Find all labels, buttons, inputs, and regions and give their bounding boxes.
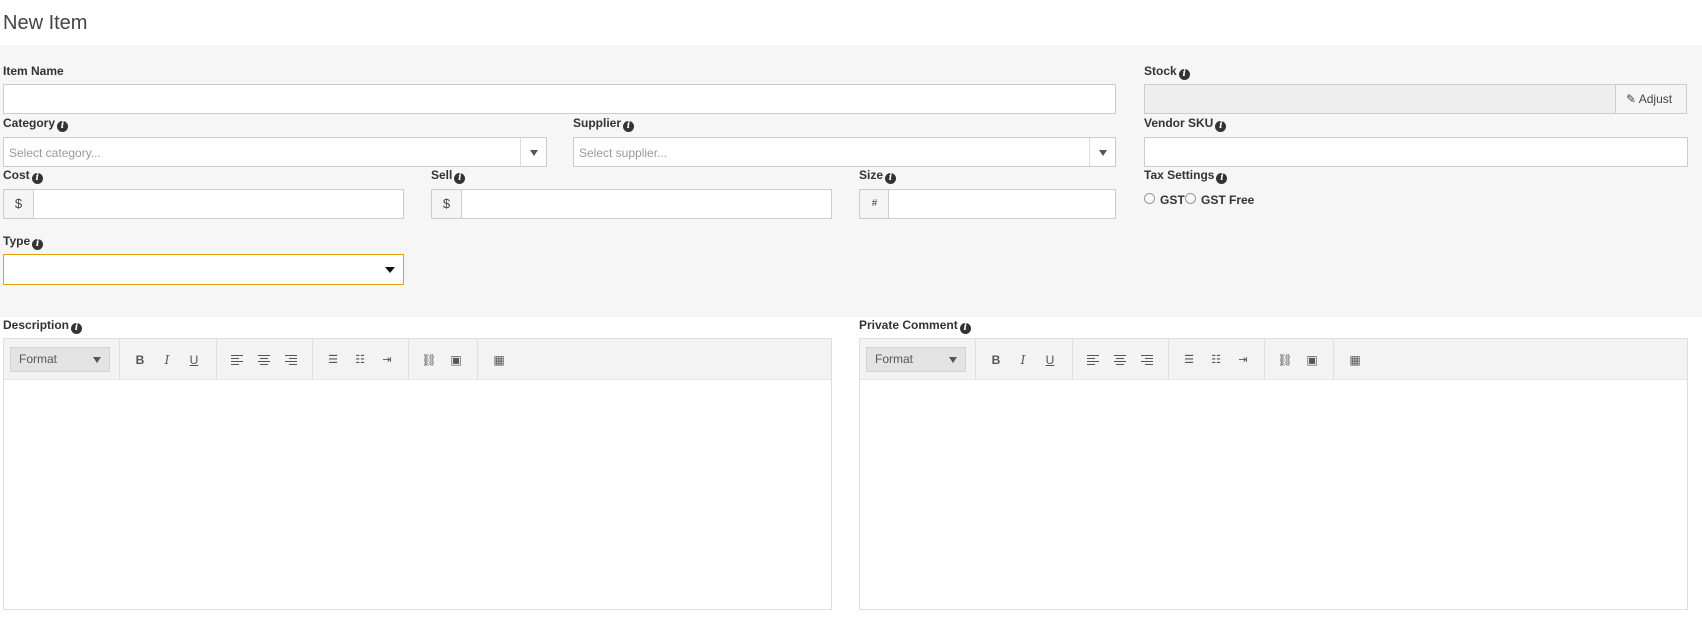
toolbar-divider xyxy=(477,339,478,380)
size-input[interactable] xyxy=(888,189,1116,219)
info-icon[interactable]: i xyxy=(959,323,971,334)
description-editor: Format B I U ☰ ☷ ⇥ ⛓ ▣ ▦ xyxy=(3,338,832,610)
stock-label: Stock i xyxy=(1144,64,1190,80)
category-placeholder: Select category... xyxy=(9,146,101,160)
gst-free-radio-label[interactable]: GST Free xyxy=(1201,193,1254,207)
item-name-input[interactable] xyxy=(3,84,1116,114)
cost-label: Cost i xyxy=(3,168,43,184)
size-hash-addon: # xyxy=(859,189,890,219)
format-dropdown[interactable]: Format xyxy=(10,347,110,372)
info-icon[interactable]: i xyxy=(885,173,897,184)
sell-currency-addon: $ xyxy=(431,189,462,219)
info-icon[interactable]: i xyxy=(71,323,83,334)
toolbar-divider xyxy=(975,339,976,380)
description-content-area[interactable] xyxy=(4,380,831,609)
adjust-stock-button[interactable]: ✎ Adjust xyxy=(1615,84,1687,114)
info-icon[interactable]: i xyxy=(1216,173,1228,184)
toolbar-divider xyxy=(119,339,120,380)
page-title: New Item xyxy=(3,12,88,34)
info-icon[interactable]: i xyxy=(57,121,69,132)
italic-icon[interactable]: I xyxy=(158,351,176,369)
chevron-down-icon[interactable] xyxy=(520,138,546,166)
toolbar-divider xyxy=(216,339,217,380)
link-icon[interactable]: ⛓ xyxy=(420,351,438,369)
underline-icon[interactable]: U xyxy=(185,351,203,369)
align-left-icon[interactable] xyxy=(1084,351,1102,369)
supplier-select[interactable]: Select supplier... xyxy=(573,137,1116,167)
numbered-list-icon[interactable]: ☷ xyxy=(1207,351,1225,369)
table-icon[interactable]: ▦ xyxy=(490,351,508,369)
image-icon[interactable]: ▣ xyxy=(1303,351,1321,369)
toolbar-divider xyxy=(1168,339,1169,380)
align-center-icon[interactable] xyxy=(255,351,273,369)
italic-icon[interactable]: I xyxy=(1014,351,1032,369)
toolbar-divider xyxy=(1264,339,1265,380)
private-comment-label: Private Comment i xyxy=(859,318,971,334)
bold-icon[interactable]: B xyxy=(131,351,149,369)
toolbar-divider xyxy=(312,339,313,380)
align-left-icon[interactable] xyxy=(228,351,246,369)
info-icon[interactable]: i xyxy=(623,121,635,132)
size-label: Size i xyxy=(859,168,897,184)
align-right-icon[interactable] xyxy=(1138,351,1156,369)
category-select[interactable]: Select category... xyxy=(3,137,547,167)
category-label: Category i xyxy=(3,116,69,132)
gst-radio-label[interactable]: GST xyxy=(1160,193,1185,207)
vendor-sku-input[interactable] xyxy=(1144,137,1688,167)
align-right-icon[interactable] xyxy=(282,351,300,369)
bullet-list-icon[interactable]: ☰ xyxy=(324,351,342,369)
format-dropdown[interactable]: Format xyxy=(866,347,966,372)
sell-input[interactable] xyxy=(461,189,832,219)
cost-input[interactable] xyxy=(33,189,404,219)
description-toolbar: Format B I U ☰ ☷ ⇥ ⛓ ▣ ▦ xyxy=(4,339,831,380)
indent-icon[interactable]: ⇥ xyxy=(1234,351,1252,369)
type-select[interactable] xyxy=(3,254,404,285)
bold-icon[interactable]: B xyxy=(987,351,1005,369)
gst-free-radio[interactable] xyxy=(1185,193,1196,204)
private-comment-editor: Format B I U ☰ ☷ ⇥ ⛓ ▣ ▦ xyxy=(859,338,1688,610)
align-center-icon[interactable] xyxy=(1111,351,1129,369)
gst-radio[interactable] xyxy=(1144,193,1155,204)
bullet-list-icon[interactable]: ☰ xyxy=(1180,351,1198,369)
info-icon[interactable]: i xyxy=(1215,121,1227,132)
tax-settings-label: Tax Settings i xyxy=(1144,168,1228,184)
image-icon[interactable]: ▣ xyxy=(447,351,465,369)
toolbar-divider xyxy=(408,339,409,380)
cost-currency-addon: $ xyxy=(3,189,34,219)
stock-input xyxy=(1144,84,1616,114)
description-label: Description i xyxy=(3,318,83,334)
indent-icon[interactable]: ⇥ xyxy=(378,351,396,369)
chevron-down-icon[interactable] xyxy=(1089,138,1115,166)
link-icon[interactable]: ⛓ xyxy=(1276,351,1294,369)
info-icon[interactable]: i xyxy=(31,173,43,184)
private-comment-content-area[interactable] xyxy=(860,380,1687,609)
info-icon[interactable]: i xyxy=(32,239,44,250)
supplier-label: Supplier i xyxy=(573,116,635,132)
private-comment-toolbar: Format B I U ☰ ☷ ⇥ ⛓ ▣ ▦ xyxy=(860,339,1687,380)
table-icon[interactable]: ▦ xyxy=(1346,351,1364,369)
vendor-sku-label: Vendor SKU i xyxy=(1144,116,1227,132)
type-label: Type i xyxy=(3,234,44,250)
supplier-placeholder: Select supplier... xyxy=(579,146,668,160)
info-icon[interactable]: i xyxy=(1178,69,1190,80)
toolbar-divider xyxy=(1333,339,1334,380)
numbered-list-icon[interactable]: ☷ xyxy=(351,351,369,369)
item-name-label: Item Name xyxy=(3,64,64,78)
toolbar-divider xyxy=(1072,339,1073,380)
underline-icon[interactable]: U xyxy=(1041,351,1059,369)
info-icon[interactable]: i xyxy=(454,173,466,184)
edit-icon: ✎ xyxy=(1626,92,1637,106)
sell-label: Sell i xyxy=(431,168,466,184)
